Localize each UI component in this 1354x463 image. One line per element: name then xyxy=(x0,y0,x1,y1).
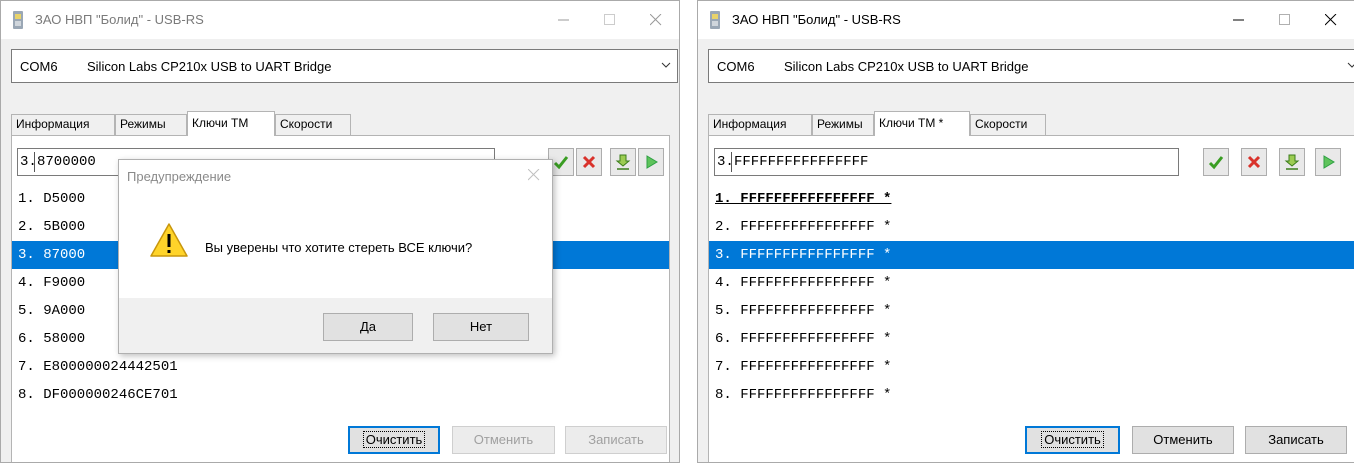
cancel-button[interactable]: Отменить xyxy=(452,426,555,454)
close-button[interactable] xyxy=(633,1,679,39)
maximize-button[interactable] xyxy=(587,1,633,39)
tab-modes[interactable]: Режимы xyxy=(115,114,187,135)
dialog-close-icon[interactable] xyxy=(528,169,540,181)
window-right: ЗАО НВП "Болид" - USB-RS COM6 Silicon La… xyxy=(697,0,1354,463)
minimize-button[interactable] xyxy=(541,1,587,39)
app-icon xyxy=(710,11,720,29)
maximize-icon xyxy=(1279,14,1290,25)
delete-button[interactable] xyxy=(576,148,602,176)
download-button[interactable] xyxy=(1279,148,1305,176)
play-icon xyxy=(1323,155,1335,169)
titlebar: ЗАО НВП "Болид" - USB-RS xyxy=(698,1,1354,39)
close-button[interactable] xyxy=(1308,1,1354,39)
minimize-icon xyxy=(558,19,569,21)
key-row-6[interactable]: 6. FFFFFFFFFFFFFFFF * xyxy=(709,325,1354,353)
clear-button[interactable]: Очистить xyxy=(348,426,440,454)
port-name: COM6 xyxy=(717,59,755,74)
key-row-5[interactable]: 5. FFFFFFFFFFFFFFFF * xyxy=(709,297,1354,325)
dialog-titlebar: Предупреждение xyxy=(119,160,552,190)
minimize-icon xyxy=(1233,19,1244,21)
tab-tm-keys[interactable]: Ключи ТМ xyxy=(187,111,275,136)
keys-panel: 3. FFFFFFFFFFFFFFFF 1. FFFFFFFFFFFFFFFF … xyxy=(708,135,1354,462)
window-title: ЗАО НВП "Болид" - USB-RS xyxy=(732,12,901,27)
download-icon xyxy=(1284,154,1300,170)
write-button[interactable]: Записать xyxy=(565,426,667,454)
tab-info[interactable]: Информация xyxy=(708,114,812,135)
key-row-8[interactable]: 8. DF000000246CE701 xyxy=(12,381,669,409)
maximize-button[interactable] xyxy=(1262,1,1308,39)
delete-x-icon xyxy=(1247,155,1261,169)
maximize-icon xyxy=(604,14,615,25)
port-select[interactable]: COM6 Silicon Labs CP210x USB to UART Bri… xyxy=(11,49,678,83)
key-row-4[interactable]: 4. FFFFFFFFFFFFFFFF * xyxy=(709,269,1354,297)
download-button[interactable] xyxy=(610,148,636,176)
key-row-7[interactable]: 7. FFFFFFFFFFFFFFFF * xyxy=(709,353,1354,381)
window-left: ЗАО НВП "Болид" - USB-RS COM6 Silicon La… xyxy=(0,0,680,463)
warning-icon xyxy=(150,223,188,257)
key-list: 1. FFFFFFFFFFFFFFFF * 2. FFFFFFFFFFFFFFF… xyxy=(709,185,1354,409)
key-value: FFFFFFFFFFFFFFFF xyxy=(731,152,1175,172)
key-row-8[interactable]: 8. FFFFFFFFFFFFFFFF * xyxy=(709,381,1354,409)
key-row-2[interactable]: 2. FFFFFFFFFFFFFFFF * xyxy=(709,213,1354,241)
checkmark-icon xyxy=(553,156,569,170)
minimize-button[interactable] xyxy=(1216,1,1262,39)
play-icon xyxy=(646,155,658,169)
port-select[interactable]: COM6 Silicon Labs CP210x USB to UART Bri… xyxy=(708,49,1354,83)
chevron-down-icon xyxy=(1347,62,1354,68)
dialog-title: Предупреждение xyxy=(127,169,232,184)
clear-button[interactable]: Очистить xyxy=(1025,426,1120,454)
chevron-down-icon xyxy=(661,62,671,68)
close-icon xyxy=(650,14,662,26)
tab-speeds[interactable]: Скорости xyxy=(970,114,1046,135)
play-button[interactable] xyxy=(1315,148,1341,176)
key-input[interactable]: 3. FFFFFFFFFFFFFFFF xyxy=(714,148,1179,176)
port-name: COM6 xyxy=(20,59,58,74)
key-row-1[interactable]: 1. FFFFFFFFFFFFFFFF * xyxy=(709,185,1354,213)
tab-speeds[interactable]: Скорости xyxy=(275,114,351,135)
titlebar: ЗАО НВП "Болид" - USB-RS xyxy=(1,1,679,39)
write-button[interactable]: Записать xyxy=(1245,426,1347,454)
key-row-3[interactable]: 3. FFFFFFFFFFFFFFFF * xyxy=(709,241,1354,269)
warning-dialog: Предупреждение Вы уверены что хотите сте… xyxy=(118,159,553,354)
dialog-message: Вы уверены что хотите стереть ВСЕ ключи? xyxy=(205,240,473,255)
tab-modes[interactable]: Режимы xyxy=(812,114,874,135)
delete-x-icon xyxy=(582,155,596,169)
close-icon xyxy=(1325,14,1337,26)
port-description: Silicon Labs CP210x USB to UART Bridge xyxy=(87,59,332,74)
download-icon xyxy=(615,154,631,170)
delete-button[interactable] xyxy=(1241,148,1267,176)
yes-button[interactable]: Да xyxy=(323,313,413,341)
dialog-body: Вы уверены что хотите стереть ВСЕ ключи? xyxy=(119,190,552,298)
key-row-7[interactable]: 7. E800000024442501 xyxy=(12,353,669,381)
checkmark-icon xyxy=(1208,156,1224,170)
tab-tm-keys[interactable]: Ключи ТМ * xyxy=(874,111,970,136)
tab-info[interactable]: Информация xyxy=(11,114,115,135)
cancel-button[interactable]: Отменить xyxy=(1132,426,1234,454)
window-title: ЗАО НВП "Болид" - USB-RS xyxy=(35,12,204,27)
port-description: Silicon Labs CP210x USB to UART Bridge xyxy=(784,59,1029,74)
apply-button[interactable] xyxy=(1203,148,1229,176)
app-icon xyxy=(13,11,23,29)
play-button[interactable] xyxy=(638,148,664,176)
no-button[interactable]: Нет xyxy=(433,313,529,341)
